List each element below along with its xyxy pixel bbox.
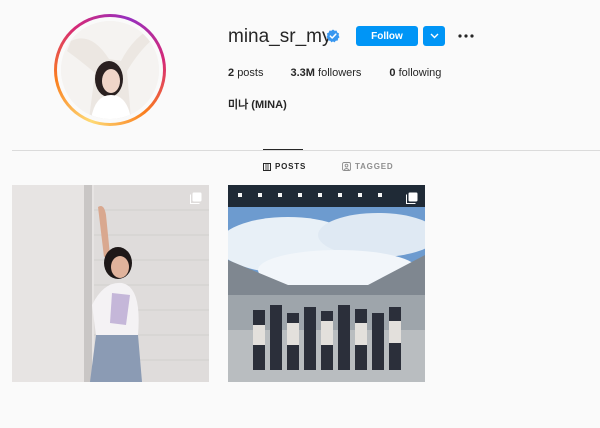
posts-count: 2 (228, 67, 235, 79)
tab-posts[interactable]: POSTS (263, 162, 306, 171)
posts-stat: 2 posts (228, 67, 263, 79)
post-image-2 (228, 185, 425, 382)
tabs-divider (12, 150, 600, 151)
posts-label: posts (237, 67, 264, 79)
follow-button[interactable]: Follow (356, 26, 418, 46)
more-options-button[interactable] (456, 26, 476, 46)
username: mina_sr_my (228, 26, 332, 47)
grid-icon (263, 162, 271, 171)
followers-count: 3.3M (290, 67, 315, 79)
profile-stats: 2 posts 3.3M followers 0 following (228, 67, 441, 79)
multi-photo-icon (406, 192, 418, 204)
tagged-icon (342, 162, 351, 171)
profile-photo (61, 21, 159, 119)
following-label: following (398, 67, 442, 79)
multi-photo-icon (190, 192, 202, 204)
more-options-icon (458, 34, 474, 38)
post-thumbnail-1[interactable] (12, 185, 209, 382)
avatar-story-ring[interactable] (54, 14, 166, 126)
tab-posts-label: POSTS (275, 162, 307, 171)
following-count: 0 (389, 67, 396, 79)
avatar-gap (57, 17, 163, 123)
post-thumbnail-2[interactable] (228, 185, 425, 382)
tab-tagged[interactable]: TAGGED (342, 162, 393, 171)
full-name: 미나 (MINA) (228, 99, 287, 111)
active-tab-indicator (263, 149, 303, 150)
followers-stat[interactable]: 3.3M followers (290, 67, 361, 79)
suggestions-dropdown-button[interactable] (423, 26, 445, 46)
followers-label: followers (318, 67, 362, 79)
post-image-1 (12, 185, 209, 382)
verified-badge-icon (326, 29, 340, 43)
following-stat[interactable]: 0 following (389, 67, 441, 79)
tab-tagged-label: TAGGED (355, 162, 394, 171)
avatar[interactable] (61, 21, 159, 119)
chevron-down-icon (430, 33, 438, 39)
